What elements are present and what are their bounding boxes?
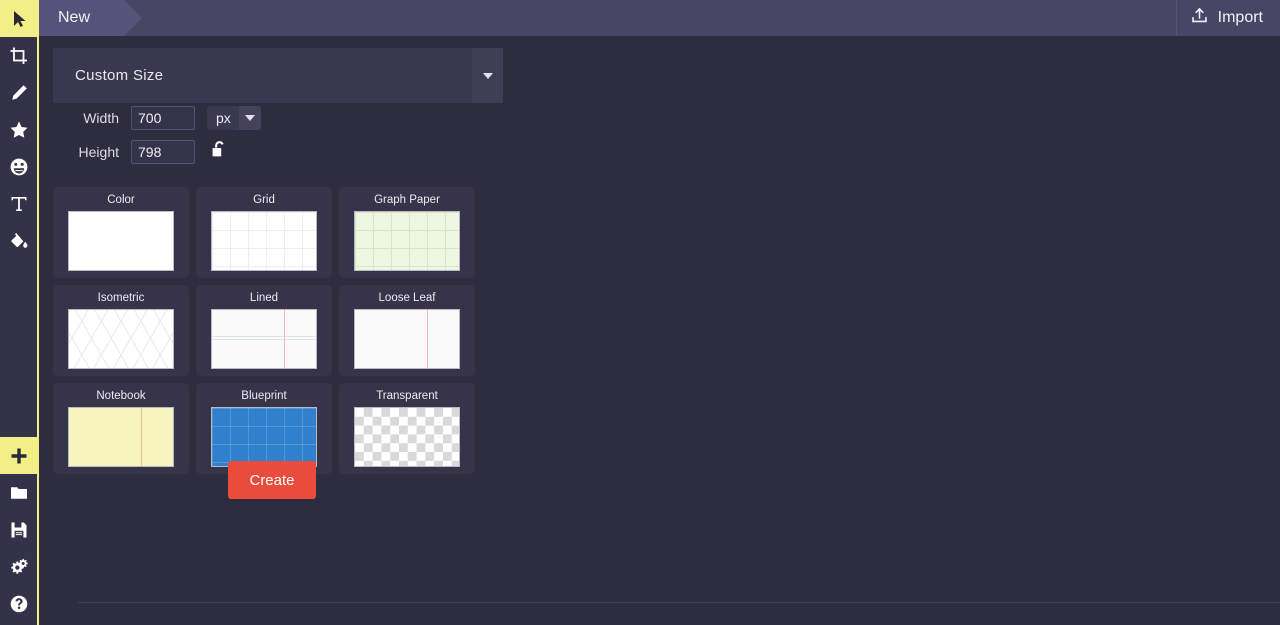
status-bar — [78, 602, 1280, 625]
open-button[interactable] — [0, 474, 37, 511]
save-button[interactable] — [0, 511, 37, 548]
select-tool[interactable] — [0, 0, 37, 37]
crop-icon — [9, 46, 29, 66]
height-input[interactable] — [131, 140, 195, 164]
size-preset-select[interactable]: Custom Size — [53, 48, 503, 103]
width-label: Width — [83, 110, 119, 126]
template-label: Isometric — [97, 292, 145, 304]
margin-line — [427, 310, 428, 368]
create-button[interactable]: Create — [228, 461, 316, 499]
unlocked-padlock-icon — [211, 140, 228, 164]
template-label: Notebook — [96, 390, 146, 402]
import-upload-icon — [1190, 6, 1209, 30]
template-card-notebook[interactable]: Notebook — [53, 383, 189, 474]
height-label: Height — [78, 144, 119, 160]
size-preset-value: Custom Size — [75, 67, 164, 84]
template-thumbnail-isometric — [68, 309, 174, 369]
text-t-icon — [9, 194, 29, 214]
width-input[interactable] — [131, 106, 195, 130]
cursor-arrow-icon — [9, 9, 29, 29]
application-window: New Import Custom Size Width 700 px Heig… — [0, 0, 1280, 625]
template-thumbnail-blueprint — [211, 407, 317, 467]
template-card-lined[interactable]: Lined — [196, 285, 332, 376]
template-card-loose-leaf[interactable]: Loose Leaf — [339, 285, 475, 376]
tab-strip: New — [39, 0, 143, 36]
text-tool[interactable] — [0, 185, 37, 222]
paint-bucket-icon — [9, 231, 29, 251]
smiley-icon — [9, 157, 29, 177]
toolbar-accent-strip — [37, 0, 39, 625]
template-label: Color — [107, 194, 135, 206]
new-button[interactable] — [0, 437, 37, 474]
plus-icon — [9, 446, 29, 466]
star-icon — [9, 120, 29, 140]
template-card-transparent[interactable]: Transparent — [339, 383, 475, 474]
template-label: Loose Leaf — [378, 292, 436, 304]
import-button[interactable]: Import — [1177, 0, 1280, 36]
margin-line — [141, 408, 142, 466]
pencil-tool[interactable] — [0, 74, 37, 111]
template-thumbnail-color — [68, 211, 174, 271]
help-button[interactable] — [0, 585, 37, 622]
template-thumbnail-loose-leaf — [354, 309, 460, 369]
top-bar: New Import — [39, 0, 1280, 36]
template-thumbnail-notebook — [68, 407, 174, 467]
fill-tool[interactable] — [0, 222, 37, 259]
shape-tool[interactable] — [0, 111, 37, 148]
width-row: Width px — [53, 106, 261, 130]
template-card-isometric[interactable]: Isometric — [53, 285, 189, 376]
folder-icon — [9, 483, 29, 503]
template-thumbnail-grid — [211, 211, 317, 271]
new-document-panel: Custom Size Width px Height — [39, 36, 1280, 625]
template-card-color[interactable]: Color — [53, 187, 189, 278]
template-card-graph-paper[interactable]: Graph Paper — [339, 187, 475, 278]
caret-glyph — [244, 115, 255, 121]
template-thumbnail-transparent — [354, 407, 460, 467]
unit-select[interactable]: px — [207, 106, 261, 130]
template-label: Graph Paper — [374, 194, 440, 206]
template-thumbnail-graph-paper — [354, 211, 460, 271]
template-label: Grid — [253, 194, 275, 206]
rule-line — [212, 336, 316, 337]
floppy-disk-icon — [9, 520, 29, 540]
tab-new[interactable]: New — [39, 0, 143, 36]
template-grid: Color Grid Graph Paper Isometric Lined L… — [53, 187, 493, 474]
gears-icon — [9, 557, 29, 577]
lock-aspect-ratio-button[interactable] — [209, 140, 229, 164]
unit-value: px — [216, 110, 231, 126]
question-mark-circle-icon — [9, 594, 29, 614]
template-label: Blueprint — [241, 390, 287, 402]
margin-line — [284, 310, 285, 368]
template-label: Transparent — [376, 390, 438, 402]
template-card-grid[interactable]: Grid — [196, 187, 332, 278]
caret-glyph — [482, 72, 493, 79]
rule-line — [212, 339, 316, 340]
crop-tool[interactable] — [0, 37, 37, 74]
tab-label: New — [58, 9, 91, 26]
size-preset-chevron-down-icon[interactable] — [472, 48, 503, 103]
height-row: Height — [53, 140, 229, 164]
unit-chevron-down-icon[interactable] — [238, 106, 261, 130]
template-thumbnail-lined — [211, 309, 317, 369]
left-toolbar — [0, 0, 37, 625]
settings-button[interactable] — [0, 548, 37, 585]
sticker-tool[interactable] — [0, 148, 37, 185]
template-label: Lined — [249, 292, 279, 304]
import-label: Import — [1217, 9, 1263, 26]
pencil-icon — [9, 83, 29, 103]
